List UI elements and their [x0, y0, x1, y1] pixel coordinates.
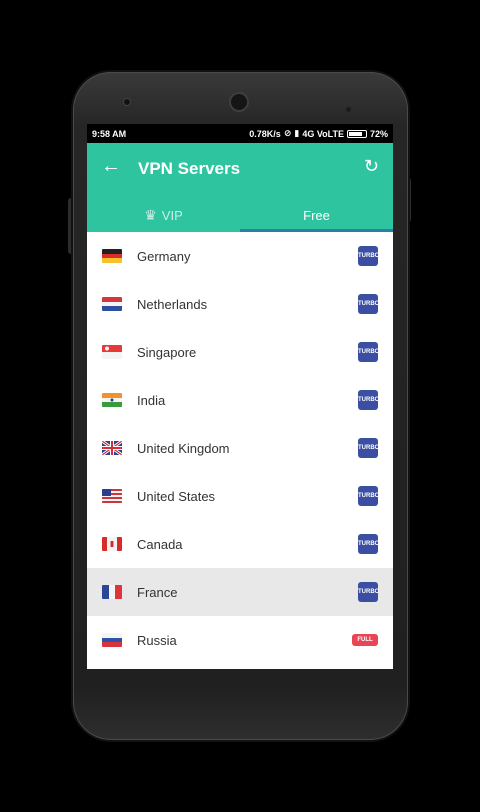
server-row-united-states[interactable]: United States TURBO: [87, 472, 393, 520]
country-name: United Kingdom: [137, 440, 230, 456]
france-flag-icon: [102, 585, 122, 599]
server-row-united-kingdom[interactable]: United Kingdom TURBO: [87, 424, 393, 472]
server-row-germany[interactable]: Germany TURBO: [87, 232, 393, 280]
turbo-badge: TURBO: [358, 534, 379, 554]
russia-flag-icon: [102, 633, 122, 647]
tab-bar: ♛ VIP Free: [87, 199, 393, 232]
data-saver-icon: ⊘: [283, 128, 292, 138]
server-row-russia[interactable]: Russia FULL: [87, 616, 393, 664]
india-flag-icon: [102, 393, 122, 407]
country-name: Canada: [137, 536, 183, 552]
refresh-icon[interactable]: ↻: [364, 156, 379, 177]
server-row-singapore[interactable]: Singapore TURBO: [87, 328, 393, 376]
screen: 9:58 AM 0.78K/s ⊘ ▮ 4G VoLTE 72% ← VPN S…: [87, 124, 393, 669]
server-row-canada[interactable]: Canada TURBO: [87, 520, 393, 568]
battery-level: 72%: [369, 128, 388, 139]
network-type: 4G VoLTE: [302, 128, 344, 139]
country-name: France: [137, 584, 178, 600]
status-bar: 9:58 AM 0.78K/s ⊘ ▮ 4G VoLTE 72%: [87, 124, 393, 143]
country-name: Netherlands: [137, 296, 208, 312]
phone-sensors: [346, 99, 362, 130]
canada-flag-icon: [102, 537, 122, 551]
status-right: 0.78K/s ⊘ ▮ 4G VoLTE 72%: [249, 128, 388, 139]
turbo-badge: TURBO: [358, 390, 379, 410]
phone-sensor: [124, 99, 130, 105]
server-list: Germany TURBO Netherlands TURBO Singapor…: [87, 232, 393, 664]
arrow-left-icon[interactable]: ←: [101, 155, 121, 178]
tab-free[interactable]: Free: [240, 199, 393, 232]
country-name: United States: [137, 488, 216, 504]
tab-vip-label: VIP: [161, 208, 183, 223]
germany-flag-icon: [102, 249, 122, 263]
crown-icon: ♛: [144, 207, 157, 223]
country-name: India: [137, 392, 166, 408]
front-camera: [231, 94, 247, 110]
singapore-flag-icon: [102, 345, 122, 359]
tab-vip[interactable]: ♛ VIP: [87, 199, 240, 232]
country-name: Germany: [137, 248, 191, 264]
server-row-india[interactable]: India TURBO: [87, 376, 393, 424]
united-kingdom-flag-icon: [102, 441, 122, 455]
app-bar: ← VPN Servers ↻ ♛ VIP Free: [87, 143, 393, 232]
united-states-flag-icon: [102, 489, 122, 503]
server-row-france[interactable]: France TURBO: [87, 568, 393, 616]
full-badge: FULL: [352, 634, 378, 646]
turbo-badge: TURBO: [358, 582, 379, 602]
server-row-netherlands[interactable]: Netherlands TURBO: [87, 280, 393, 328]
network-speed: 0.78K/s: [249, 128, 281, 139]
turbo-badge: TURBO: [358, 246, 379, 266]
turbo-badge: TURBO: [358, 486, 379, 506]
page-title: VPN Servers: [138, 159, 241, 178]
turbo-badge: TURBO: [358, 438, 379, 458]
turbo-badge: TURBO: [358, 294, 379, 314]
turbo-badge: TURBO: [358, 342, 379, 362]
netherlands-flag-icon: [102, 297, 122, 311]
tab-free-label: Free: [303, 208, 330, 223]
country-name: Russia: [137, 632, 177, 648]
signal-icon: ▮: [294, 128, 300, 138]
country-name: Singapore: [137, 344, 197, 360]
status-time: 9:58 AM: [92, 128, 127, 139]
battery-icon: [346, 129, 367, 138]
